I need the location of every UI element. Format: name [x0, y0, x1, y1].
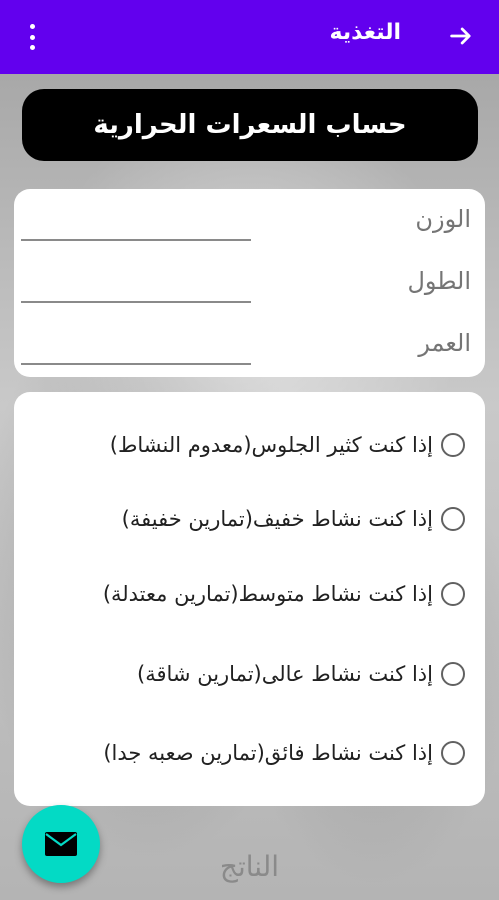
radio-button[interactable]	[441, 582, 465, 606]
activity-option-sedentary[interactable]: إذا كنت كثير الجلوس(معدوم النشاط)	[110, 425, 465, 465]
option-label: إذا كنت نشاط متوسط(تمارين معتدلة)	[102, 582, 433, 606]
weight-input[interactable]	[21, 201, 251, 241]
activity-level-card: إذا كنت كثير الجلوس(معدوم النشاط) إذا كن…	[14, 392, 485, 806]
option-label: إذا كنت نشاط عالى(تمارين شاقة)	[137, 662, 433, 686]
heading-text: حساب السعرات الحرارية	[93, 110, 407, 140]
app-bar-title: التغذية	[329, 20, 401, 45]
height-row: الطول	[14, 251, 485, 311]
mail-fab-button[interactable]	[22, 805, 100, 883]
radio-button[interactable]	[441, 741, 465, 765]
age-label: العمر	[418, 329, 471, 357]
height-label: الطول	[407, 267, 471, 295]
activity-option-moderate[interactable]: إذا كنت نشاط متوسط(تمارين معتدلة)	[103, 574, 465, 614]
height-input[interactable]	[21, 263, 251, 303]
weight-row: الوزن	[14, 189, 485, 249]
activity-option-light[interactable]: إذا كنت نشاط خفيف(تمارين خفيفة)	[122, 499, 465, 539]
measurements-card: الوزن الطول العمر	[14, 189, 485, 377]
more-options-icon[interactable]	[22, 24, 42, 50]
radio-button[interactable]	[441, 507, 465, 531]
arrow-forward-icon[interactable]	[447, 22, 475, 50]
radio-button[interactable]	[441, 433, 465, 457]
weight-label: الوزن	[415, 205, 471, 233]
age-row: العمر	[14, 313, 485, 373]
calorie-calculator-heading: حساب السعرات الحرارية	[22, 89, 478, 161]
mail-icon	[45, 832, 77, 856]
activity-option-extreme[interactable]: إذا كنت نشاط فائق(تمارين صعبه جدا)	[103, 733, 465, 773]
option-label: إذا كنت نشاط فائق(تمارين صعبه جدا)	[103, 741, 433, 765]
radio-button[interactable]	[441, 662, 465, 686]
option-label: إذا كنت نشاط خفيف(تمارين خفيفة)	[121, 507, 433, 531]
age-input[interactable]	[21, 325, 251, 365]
activity-option-high[interactable]: إذا كنت نشاط عالى(تمارين شاقة)	[137, 654, 465, 694]
option-label: إذا كنت كثير الجلوس(معدوم النشاط)	[109, 433, 433, 457]
app-bar: التغذية	[0, 0, 499, 74]
